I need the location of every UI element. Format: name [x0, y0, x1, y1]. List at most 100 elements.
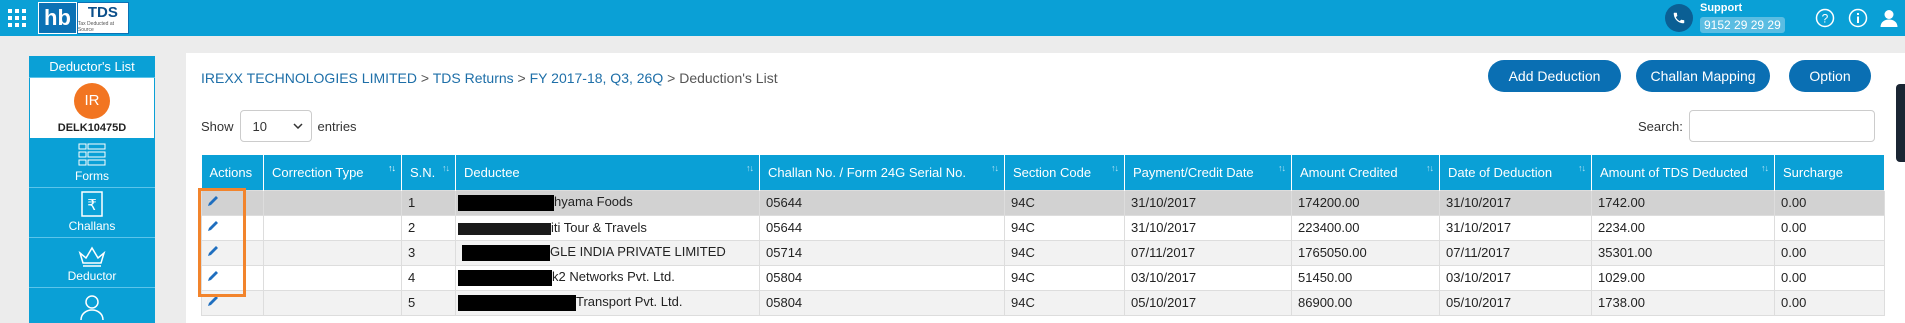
deduction-date-cell: 07/11/2017	[1439, 239, 1592, 266]
search-control: Search:	[1638, 110, 1875, 142]
entries-control: Show 10 entries	[201, 110, 357, 142]
challan-cell: 05804	[759, 264, 1005, 291]
column-header[interactable]: S.N. ↑↓	[401, 155, 456, 190]
challan-mapping-button[interactable]: Challan Mapping	[1636, 60, 1770, 92]
forms-icon	[78, 143, 106, 166]
sort-icon[interactable]: ↑↓	[442, 163, 450, 173]
support-block[interactable]: Support 9152 29 29 29	[1665, 3, 1785, 33]
sidebar: Deductor's List IR DELK10475D Forms ₹ Ch…	[29, 56, 155, 323]
table-row[interactable]: 5 Transport Pvt. Ltd. 05804 94C 05/10/20…	[201, 289, 1885, 316]
sort-icon[interactable]: ↑↓	[1426, 163, 1434, 173]
deductee-cell: iti Tour & Travels	[455, 214, 760, 241]
table-row[interactable]: 1 hyama Foods 05644 94C 31/10/2017 17420…	[201, 189, 1885, 216]
redacted-block	[458, 194, 554, 211]
amount-cell: 51450.00	[1291, 264, 1440, 291]
surcharge-cell: 0.00	[1774, 214, 1885, 241]
entries-value: 10	[252, 118, 267, 134]
column-header[interactable]: Surcharge	[1774, 155, 1885, 190]
add-deduction-button[interactable]: Add Deduction	[1488, 60, 1621, 92]
column-header[interactable]: Date of Deduction ↑↓	[1439, 155, 1592, 190]
section-cell: 94C	[1004, 239, 1125, 266]
search-input[interactable]	[1688, 110, 1875, 142]
user-icon[interactable]	[1879, 8, 1899, 28]
svg-text:?: ?	[1822, 12, 1829, 26]
deductor-card[interactable]: IR DELK10475D	[30, 78, 154, 138]
tds-cell: 1738.00	[1591, 289, 1775, 316]
tds-cell: 1029.00	[1591, 264, 1775, 291]
breadcrumb-company[interactable]: IREXX TECHNOLOGIES LIMITED	[201, 70, 417, 86]
deductor-code: DELK10475D	[57, 121, 127, 134]
table-row[interactable]: 4 k2 Networks Pvt. Ltd. 05804 94C 03/10/…	[201, 264, 1885, 291]
table-row[interactable]: 2 iti Tour & Travels 05644 94C 31/10/201…	[201, 214, 1885, 241]
sort-icon[interactable]: ↑↓	[1111, 163, 1119, 173]
sidebar-item-more[interactable]	[29, 288, 155, 323]
show-label: Show	[201, 118, 234, 134]
deductors-list-header[interactable]: Deductor's List	[29, 56, 155, 78]
payment-date-cell: 03/10/2017	[1124, 264, 1292, 291]
breadcrumb-separator: >	[420, 70, 430, 86]
sidebar-item-label: Challans	[68, 219, 116, 233]
challan-cell: 05644	[759, 214, 1005, 241]
search-label: Search:	[1638, 118, 1683, 134]
correction-type-cell	[263, 264, 402, 291]
table-row[interactable]: 3 GLE INDIA PRIVATE LIMITED 05714 94C 07…	[201, 239, 1885, 266]
correction-type-cell	[263, 289, 402, 316]
entries-select[interactable]: 10	[239, 110, 312, 142]
section-cell: 94C	[1004, 264, 1125, 291]
tds-cell: 2234.00	[1591, 214, 1775, 241]
sidebar-item-forms[interactable]: Forms	[29, 138, 155, 188]
sn-cell: 2	[401, 214, 456, 241]
breadcrumb-period[interactable]: FY 2017-18, Q3, 26Q	[530, 70, 664, 86]
payment-date-cell: 05/10/2017	[1124, 289, 1292, 316]
redacted-block	[458, 294, 576, 311]
logo-hb: hb	[38, 2, 77, 34]
feedback-side-tab[interactable]	[1896, 84, 1905, 162]
deductor-icon	[78, 246, 106, 267]
app-grid-icon[interactable]	[8, 9, 26, 27]
breadcrumb-separator: >	[517, 70, 526, 86]
surcharge-cell: 0.00	[1774, 189, 1885, 216]
svg-text:₹: ₹	[87, 196, 97, 214]
deduction-date-cell: 03/10/2017	[1439, 264, 1592, 291]
correction-type-cell	[263, 239, 402, 266]
sn-cell: 3	[401, 239, 456, 266]
option-button[interactable]: Option	[1789, 60, 1871, 92]
logo-tds: TDS Tax Deducted at Source	[76, 2, 129, 34]
column-header[interactable]: Payment/Credit Date ↑↓	[1124, 155, 1292, 190]
sort-asc-icon[interactable]: ↑↓	[388, 163, 396, 173]
tds-cell: 1742.00	[1591, 189, 1775, 216]
section-cell: 94C	[1004, 189, 1125, 216]
sn-cell: 5	[401, 289, 456, 316]
column-header[interactable]: Section Code ↑↓	[1004, 155, 1125, 190]
surcharge-cell: 0.00	[1774, 264, 1885, 291]
logo-tds-text: TDS	[87, 3, 118, 21]
amount-cell: 86900.00	[1291, 289, 1440, 316]
deductee-cell: k2 Networks Pvt. Ltd.	[455, 264, 760, 291]
help-icon[interactable]: ?	[1815, 8, 1835, 28]
column-header[interactable]: Correction Type ↑↓	[263, 155, 402, 190]
column-header: Actions	[201, 155, 264, 190]
sort-icon[interactable]: ↑↓	[1761, 163, 1769, 173]
sort-icon[interactable]: ↑↓	[991, 163, 999, 173]
app-logo[interactable]: hb TDS Tax Deducted at Source	[38, 2, 129, 34]
sidebar-item-challans[interactable]: ₹ Challans	[29, 188, 155, 238]
redacted-block	[458, 269, 552, 286]
column-header[interactable]: Challan No. / Form 24G Serial No. ↑↓	[759, 155, 1005, 190]
sort-icon[interactable]: ↑↓	[1578, 163, 1586, 173]
column-header[interactable]: Deductee ↑↓	[455, 155, 760, 190]
sort-icon[interactable]: ↑↓	[1278, 163, 1286, 173]
column-header[interactable]: Amount Credited ↑↓	[1291, 155, 1440, 190]
breadcrumb-returns[interactable]: TDS Returns	[433, 70, 514, 86]
sort-icon[interactable]: ↑↓	[746, 163, 754, 173]
redacted-block	[462, 244, 550, 261]
info-icon[interactable]	[1848, 8, 1868, 28]
deductions-table: Actions Correction Type ↑↓ S.N. ↑↓ Deducte…	[201, 155, 1885, 316]
surcharge-cell: 0.00	[1774, 239, 1885, 266]
challan-cell: 05714	[759, 239, 1005, 266]
sidebar-item-deductor[interactable]: Deductor	[29, 238, 155, 288]
edit-icons-highlight-box	[198, 188, 246, 297]
payment-date-cell: 31/10/2017	[1124, 189, 1292, 216]
correction-type-cell	[263, 189, 402, 216]
deductee-cell: Transport Pvt. Ltd.	[455, 289, 760, 316]
column-header[interactable]: Amount of TDS Deducted ↑↓	[1591, 155, 1775, 190]
